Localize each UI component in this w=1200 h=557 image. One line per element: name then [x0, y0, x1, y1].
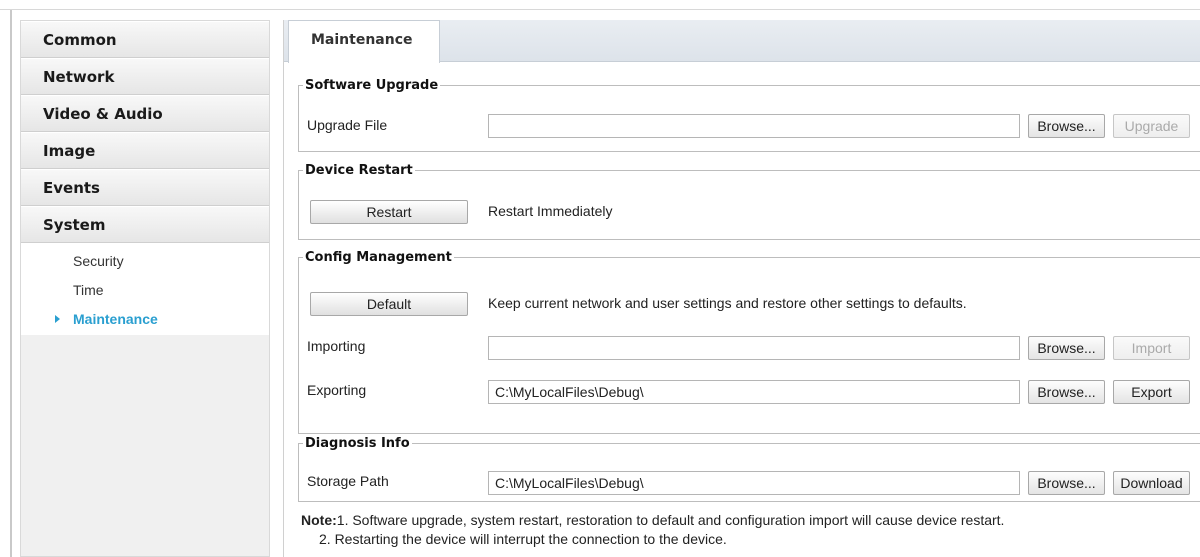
storage-path-label: Storage Path	[307, 473, 389, 489]
tab-bar: Maintenance	[284, 20, 1200, 63]
config-management-group: Config Management Default Keep current n…	[298, 250, 1200, 434]
default-button[interactable]: Default	[310, 292, 468, 316]
group-title: Software Upgrade	[305, 78, 439, 93]
export-browse-button[interactable]: Browse...	[1028, 380, 1105, 404]
storage-path-input[interactable]	[488, 471, 1020, 495]
device-restart-group: Device Restart Restart Restart Immediate…	[298, 163, 1200, 240]
upgrade-file-label: Upgrade File	[307, 117, 388, 133]
group-title: Device Restart	[305, 163, 413, 178]
sidebar-item-system[interactable]: System	[21, 206, 269, 243]
sidebar-item-network[interactable]: Network	[21, 58, 269, 95]
submenu-item-time[interactable]: Time	[21, 276, 269, 305]
main-panel: Maintenance Software Upgrade Upgrade Fil…	[283, 20, 1200, 557]
submenu-label: Time	[73, 282, 104, 298]
submenu-item-maintenance[interactable]: Maintenance	[21, 305, 269, 334]
storage-browse-button[interactable]: Browse...	[1028, 471, 1105, 495]
note-line-1: 1. Software upgrade, system restart, res…	[336, 512, 1005, 528]
note-line-2: 2. Restarting the device will interrupt …	[319, 531, 727, 547]
upgrade-button[interactable]: Upgrade	[1113, 114, 1190, 138]
sidebar-item-common[interactable]: Common	[21, 21, 269, 58]
group-title: Diagnosis Info	[305, 436, 410, 451]
export-button[interactable]: Export	[1113, 380, 1190, 404]
export-path-input[interactable]	[488, 380, 1020, 404]
restart-button[interactable]: Restart	[310, 200, 468, 224]
system-submenu: Security Time Maintenance	[21, 243, 269, 335]
restart-description: Restart Immediately	[488, 203, 613, 219]
sidebar: Common Network Video & Audio Image Event…	[20, 20, 270, 557]
software-upgrade-group: Software Upgrade Upgrade File Browse... …	[298, 78, 1200, 152]
tab-maintenance[interactable]: Maintenance	[288, 20, 440, 63]
submenu-label: Security	[73, 253, 124, 269]
sidebar-item-video-audio[interactable]: Video & Audio	[21, 95, 269, 132]
note-prefix: Note:	[301, 512, 337, 528]
top-border	[0, 0, 1200, 10]
download-button[interactable]: Download	[1113, 471, 1190, 495]
exporting-label: Exporting	[307, 382, 367, 398]
triangle-right-icon	[55, 315, 60, 323]
upgrade-browse-button[interactable]: Browse...	[1028, 114, 1105, 138]
default-description: Keep current network and user settings a…	[488, 295, 967, 311]
window-left-edge	[10, 10, 12, 557]
diagnosis-info-group: Diagnosis Info Storage Path Browse... Do…	[298, 436, 1200, 502]
importing-label: Importing	[307, 338, 366, 354]
import-button[interactable]: Import	[1113, 336, 1190, 360]
group-title: Config Management	[305, 250, 452, 265]
sidebar-item-image[interactable]: Image	[21, 132, 269, 169]
import-file-input[interactable]	[488, 336, 1020, 360]
submenu-item-security[interactable]: Security	[21, 247, 269, 276]
submenu-label: Maintenance	[73, 311, 158, 327]
note-text: Note:1. Software upgrade, system restart…	[301, 511, 1200, 549]
upgrade-file-input[interactable]	[488, 114, 1020, 138]
import-browse-button[interactable]: Browse...	[1028, 336, 1105, 360]
sidebar-item-events[interactable]: Events	[21, 169, 269, 206]
